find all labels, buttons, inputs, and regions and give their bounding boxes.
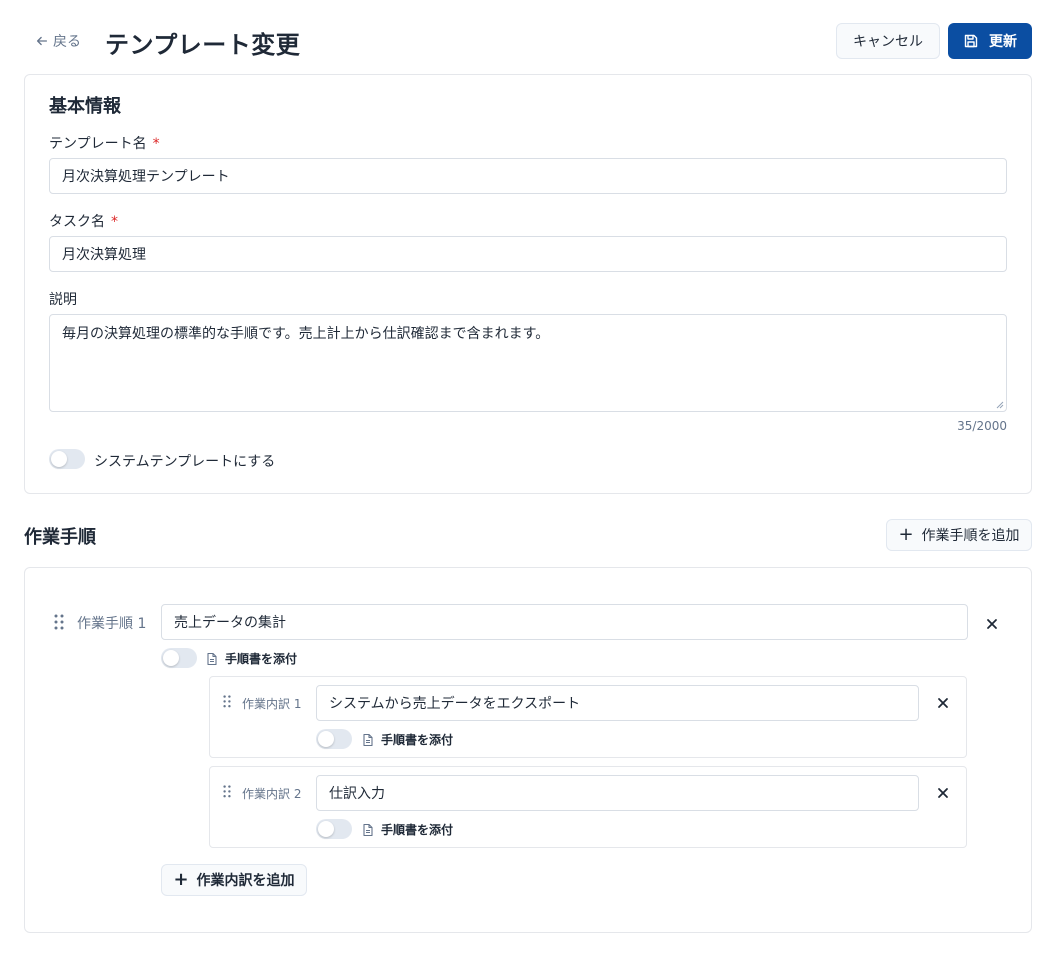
system-template-toggle-label: システムテンプレートにする: [94, 454, 276, 470]
save-icon: [964, 34, 978, 48]
update-label: 更新: [989, 34, 1017, 50]
sub-item-label: 作業内訳 1: [242, 697, 302, 711]
task-name-label: タスク名 *: [49, 211, 118, 231]
document-icon: [363, 733, 373, 746]
sub-item-card: 作業内訳 1 システムから売上データをエクスポート 手順書を添付: [209, 676, 967, 758]
step-attach-label: 手順書を添付: [225, 652, 298, 666]
template-name-value: 月次決算処理テンプレート: [62, 169, 230, 185]
sub-item-attach-label: 手順書を添付: [381, 823, 454, 837]
step-input[interactable]: 売上データの集計: [161, 604, 968, 640]
add-sub-item-button[interactable]: + 作業内訳を追加: [161, 864, 307, 896]
task-name-value: 月次決算処理: [62, 247, 146, 263]
resize-grip-icon[interactable]: [996, 401, 1004, 409]
task-name-input[interactable]: 月次決算処理: [49, 236, 1007, 272]
drag-handle-icon[interactable]: [223, 695, 231, 708]
sub-item-value: システムから売上データをエクスポート: [329, 696, 581, 712]
description-value: 毎月の決算処理の標準的な手順です。売上計上から仕訳確認まで含まれます。: [62, 326, 550, 342]
step-attach-toggle[interactable]: [161, 648, 197, 668]
sub-item-attach: 手順書を添付: [361, 731, 453, 748]
remove-sub-item-icon[interactable]: [935, 785, 951, 801]
description-textarea[interactable]: 毎月の決算処理の標準的な手順です。売上計上から仕訳確認まで含まれます。: [49, 314, 1007, 412]
sub-item-attach-label: 手順書を添付: [381, 733, 454, 747]
plus-icon: +: [898, 524, 914, 545]
document-icon: [207, 652, 217, 665]
sub-item-input[interactable]: システムから売上データをエクスポート: [316, 685, 919, 721]
template-name-input[interactable]: 月次決算処理テンプレート: [49, 158, 1007, 194]
sub-item-attach-toggle[interactable]: [316, 729, 352, 749]
required-mark: *: [111, 214, 118, 230]
task-name-label-text: タスク名: [49, 214, 105, 230]
page-title: テンプレート変更: [105, 31, 301, 59]
plus-icon: +: [173, 869, 189, 890]
template-name-label: テンプレート名 *: [49, 133, 160, 153]
update-button[interactable]: 更新: [948, 23, 1032, 59]
add-step-button[interactable]: + 作業手順を追加: [886, 519, 1032, 551]
basic-info-card: 基本情報 テンプレート名 * 月次決算処理テンプレート タスク名 * 月次決算処理 …: [24, 74, 1032, 494]
back-label: 戻る: [53, 34, 81, 50]
sub-item-value: 仕訳入力: [329, 786, 385, 802]
remove-step-icon[interactable]: [984, 616, 1000, 632]
basic-info-title: 基本情報: [49, 96, 121, 117]
arrow-left-icon: [36, 36, 48, 46]
steps-title: 作業手順: [24, 527, 96, 548]
system-template-toggle[interactable]: [49, 449, 85, 469]
remove-sub-item-icon[interactable]: [935, 695, 951, 711]
sub-item-card: 作業内訳 2 仕訳入力 手順書を添付: [209, 766, 967, 848]
sub-item-input[interactable]: 仕訳入力: [316, 775, 919, 811]
add-step-label: 作業手順を追加: [921, 528, 1020, 544]
cancel-button[interactable]: キャンセル: [836, 23, 940, 59]
drag-handle-icon[interactable]: [223, 785, 231, 798]
step-value: 売上データの集計: [174, 615, 286, 631]
document-icon: [363, 823, 373, 836]
step-attach: 手順書を添付: [205, 650, 297, 667]
steps-card: 作業手順 1 売上データの集計 手順書を添付 作業内訳 1 システムから売上デー…: [24, 567, 1032, 933]
description-counter: 35/2000: [957, 419, 1007, 433]
back-link[interactable]: 戻る: [35, 31, 81, 51]
description-label: 説明: [49, 292, 77, 308]
drag-handle-icon[interactable]: [54, 614, 64, 630]
sub-item-attach: 手順書を添付: [361, 821, 453, 838]
sub-item-attach-toggle[interactable]: [316, 819, 352, 839]
add-sub-item-label: 作業内訳を追加: [196, 873, 295, 889]
sub-item-label: 作業内訳 2: [242, 787, 302, 801]
template-name-label-text: テンプレート名: [49, 136, 147, 152]
required-mark: *: [152, 136, 160, 152]
step-label: 作業手順 1: [77, 616, 147, 632]
page-header: 戻る テンプレート変更 キャンセル 更新: [0, 0, 1056, 80]
